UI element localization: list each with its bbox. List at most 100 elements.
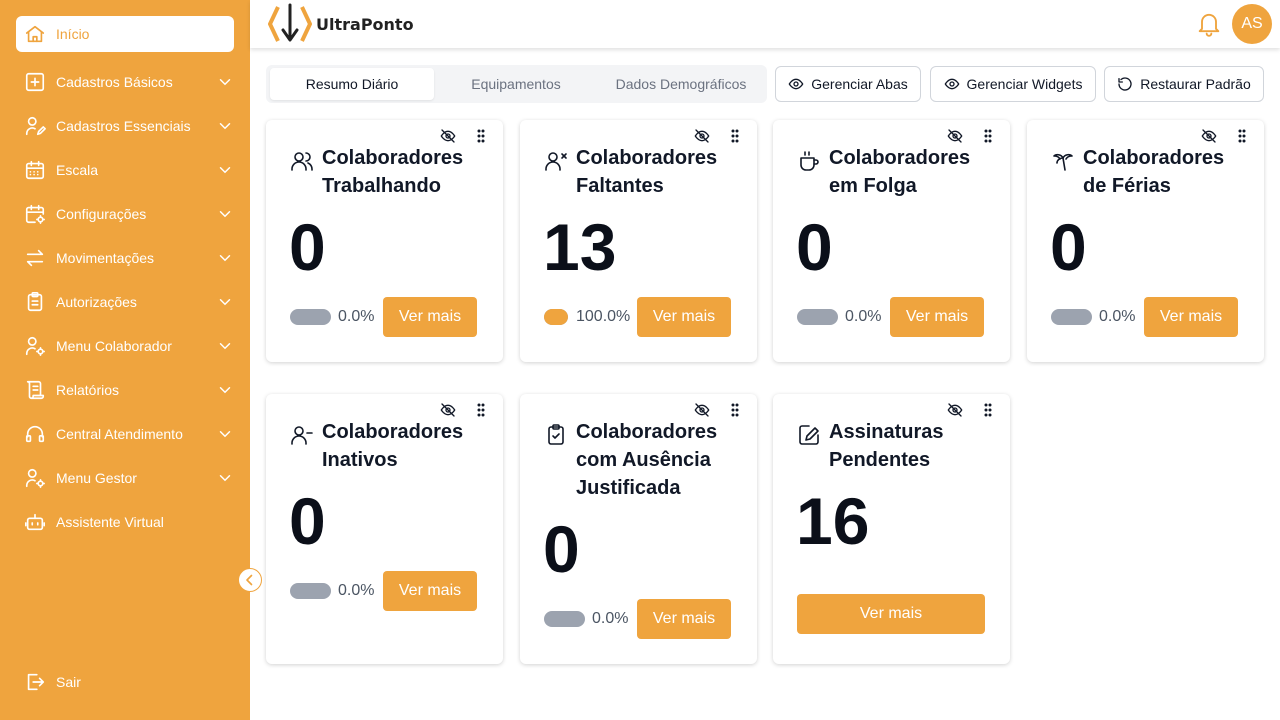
- sidebar-item-autorizacoes[interactable]: Autorizações: [16, 284, 234, 320]
- chevron-down-icon[interactable]: [216, 161, 234, 179]
- clipboard-check-icon: [548, 424, 564, 445]
- brand-name: UltraPonto: [316, 14, 414, 34]
- sidebar-item-central-atendimento[interactable]: Central Atendimento: [16, 416, 234, 452]
- home-icon: [24, 23, 46, 45]
- card-value: 13: [543, 210, 617, 284]
- card-value: 0: [796, 210, 833, 284]
- eye-off-icon[interactable]: [1201, 128, 1217, 144]
- users-icon: [291, 152, 313, 171]
- sidebar-item-relatorios[interactable]: Relatórios: [16, 372, 234, 408]
- see-more-button[interactable]: Ver mais: [637, 599, 731, 639]
- user-edit-icon: [24, 115, 46, 137]
- brand-logo[interactable]: UltraPonto: [268, 3, 414, 45]
- card-progress: [544, 611, 585, 627]
- clipboard-list-icon: [24, 291, 46, 313]
- sidebar-item-label: Menu Colaborador: [56, 338, 172, 354]
- sidebar-item-menu-gestor[interactable]: Menu Gestor: [16, 460, 234, 496]
- card-title: Colaboradores em Folga: [829, 147, 971, 197]
- card-title: Colaboradores Trabalhando: [322, 147, 464, 197]
- logout-button[interactable]: Sair: [16, 664, 234, 700]
- manage-tabs-button[interactable]: Gerenciar Abas: [775, 66, 921, 102]
- user-minus-icon: [291, 426, 313, 445]
- bell-icon[interactable]: [1195, 8, 1223, 38]
- sidebar-item-label: Cadastros Básicos: [56, 74, 173, 90]
- see-more-button[interactable]: Ver mais: [797, 594, 985, 634]
- card-progress: [797, 309, 838, 325]
- see-more-button[interactable]: Ver mais: [890, 297, 984, 337]
- eye-icon: [944, 78, 959, 90]
- chevron-down-icon[interactable]: [216, 425, 234, 443]
- top-header: UltraPonto AS: [250, 0, 1280, 48]
- robot-icon: [24, 511, 46, 533]
- card-progress: [1051, 309, 1092, 325]
- user-gear-icon: [24, 467, 46, 489]
- card-percent: 0.0%: [1099, 308, 1136, 325]
- eye-off-icon[interactable]: [947, 402, 963, 418]
- sidebar-item-label: Escala: [56, 162, 99, 178]
- sidebar-collapse-button[interactable]: [238, 568, 262, 592]
- widget-card-assinaturas-pendentes: Assinaturas Pendentes 16 Ver mais: [773, 394, 1010, 664]
- drag-handle-icon[interactable]: [473, 402, 489, 418]
- tab-equipamentos[interactable]: Equipamentos: [434, 68, 598, 100]
- widget-card-inativos: Colaboradores Inativos 0 0.0% Ver mais: [266, 394, 503, 664]
- manage-widgets-label: Gerenciar Widgets: [966, 76, 1083, 92]
- card-title: Assinaturas Pendentes: [829, 421, 944, 471]
- avatar[interactable]: AS: [1232, 4, 1272, 44]
- drag-handle-icon[interactable]: [980, 128, 996, 144]
- palm-tree-icon: [1053, 153, 1073, 171]
- sidebar-item-menu-colaborador[interactable]: Menu Colaborador: [16, 328, 234, 364]
- eye-off-icon[interactable]: [694, 128, 710, 144]
- eye-off-icon[interactable]: [694, 402, 710, 418]
- coffee-icon: [800, 151, 819, 171]
- card-value: 0: [289, 484, 326, 558]
- widget-card-ferias: Colaboradores de Férias 0 0.0% Ver mais: [1027, 120, 1264, 362]
- chevron-down-icon[interactable]: [216, 117, 234, 135]
- card-percent: 100.0%: [576, 308, 631, 325]
- drag-handle-icon[interactable]: [473, 128, 489, 144]
- sidebar-item-cadastros-basicos[interactable]: Cadastros Básicos: [16, 64, 234, 100]
- see-more-button[interactable]: Ver mais: [383, 297, 477, 337]
- chevron-down-icon[interactable]: [216, 337, 234, 355]
- plus-square-icon: [24, 71, 46, 93]
- see-more-button[interactable]: Ver mais: [1144, 297, 1238, 337]
- chevron-down-icon[interactable]: [216, 249, 234, 267]
- logout-label: Sair: [56, 674, 81, 690]
- sidebar-item-label: Relatórios: [56, 382, 120, 398]
- widget-card-ausencia-justificada: Colaboradores com Ausência Justificada 0…: [520, 394, 757, 664]
- card-progress: [290, 309, 331, 325]
- sidebar: Início Cadastros Básicos Cadastros Essen…: [0, 0, 250, 720]
- eye-off-icon[interactable]: [947, 128, 963, 144]
- chevron-down-icon[interactable]: [216, 381, 234, 399]
- user-x-icon: [545, 152, 567, 171]
- sidebar-item-cadastros-essenciais[interactable]: Cadastros Essenciais: [16, 108, 234, 144]
- card-value: 0: [543, 512, 580, 586]
- ultraponto-logo-icon: [268, 3, 312, 42]
- sidebar-item-assistente-virtual[interactable]: Assistente Virtual: [16, 504, 234, 540]
- sidebar-item-escala[interactable]: Escala: [16, 152, 234, 188]
- chevron-down-icon[interactable]: [216, 205, 234, 223]
- eye-off-icon[interactable]: [440, 128, 456, 144]
- see-more-button[interactable]: Ver mais: [637, 297, 731, 337]
- manage-widgets-button[interactable]: Gerenciar Widgets: [930, 66, 1096, 102]
- drag-handle-icon[interactable]: [980, 402, 996, 418]
- tab-dados-demograficos[interactable]: Dados Demográficos: [598, 68, 764, 100]
- drag-handle-icon[interactable]: [727, 402, 743, 418]
- see-more-button[interactable]: Ver mais: [383, 571, 477, 611]
- sidebar-item-movimentacoes[interactable]: Movimentações: [16, 240, 234, 276]
- chevron-down-icon[interactable]: [216, 293, 234, 311]
- sidebar-item-configuracoes[interactable]: Configurações: [16, 196, 234, 232]
- card-progress: [290, 583, 331, 599]
- eye-icon: [788, 78, 804, 90]
- eye-off-icon[interactable]: [440, 402, 456, 418]
- manage-tabs-label: Gerenciar Abas: [811, 76, 908, 92]
- user-gear-icon: [24, 335, 46, 357]
- drag-handle-icon[interactable]: [727, 128, 743, 144]
- chevron-down-icon[interactable]: [216, 469, 234, 487]
- widget-card-trabalhando: Colaboradores Trabalhando 0 0.0% Ver mai…: [266, 120, 503, 362]
- chevron-down-icon[interactable]: [216, 73, 234, 91]
- sidebar-item-inicio[interactable]: Início: [16, 16, 234, 52]
- drag-handle-icon[interactable]: [1234, 128, 1250, 144]
- restore-default-button[interactable]: Restaurar Padrão: [1104, 66, 1264, 102]
- card-title: Colaboradores Inativos: [322, 421, 464, 471]
- tab-resumo-diario[interactable]: Resumo Diário: [270, 68, 434, 100]
